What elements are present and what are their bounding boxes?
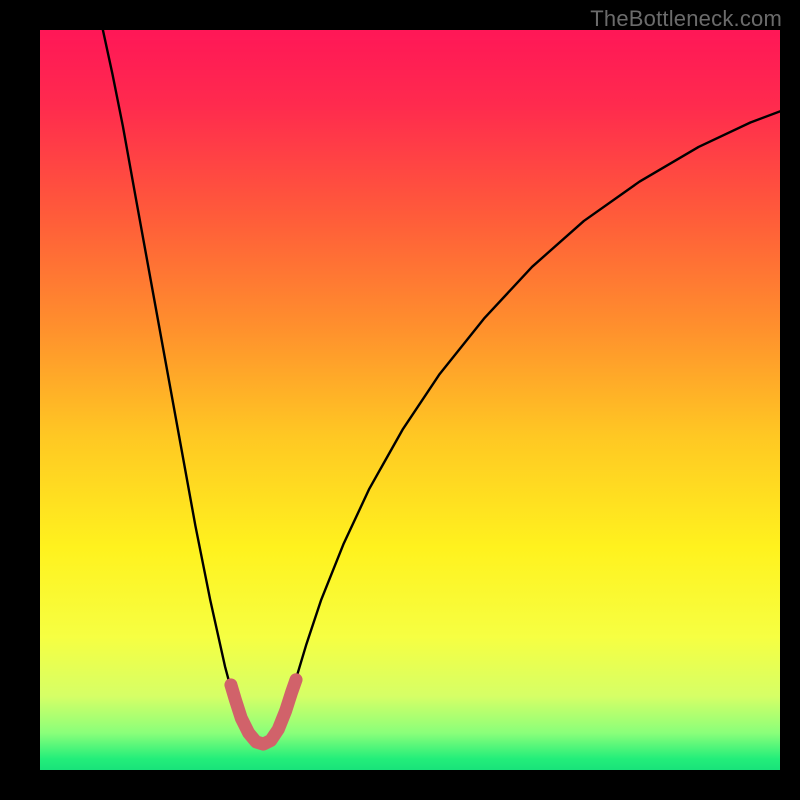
optimal-region-highlight (231, 680, 296, 744)
curve-layer (40, 30, 780, 770)
plot-area (40, 30, 780, 770)
bottleneck-curve (103, 30, 780, 742)
watermark-text: TheBottleneck.com (590, 6, 782, 32)
chart-frame: TheBottleneck.com (0, 0, 800, 800)
